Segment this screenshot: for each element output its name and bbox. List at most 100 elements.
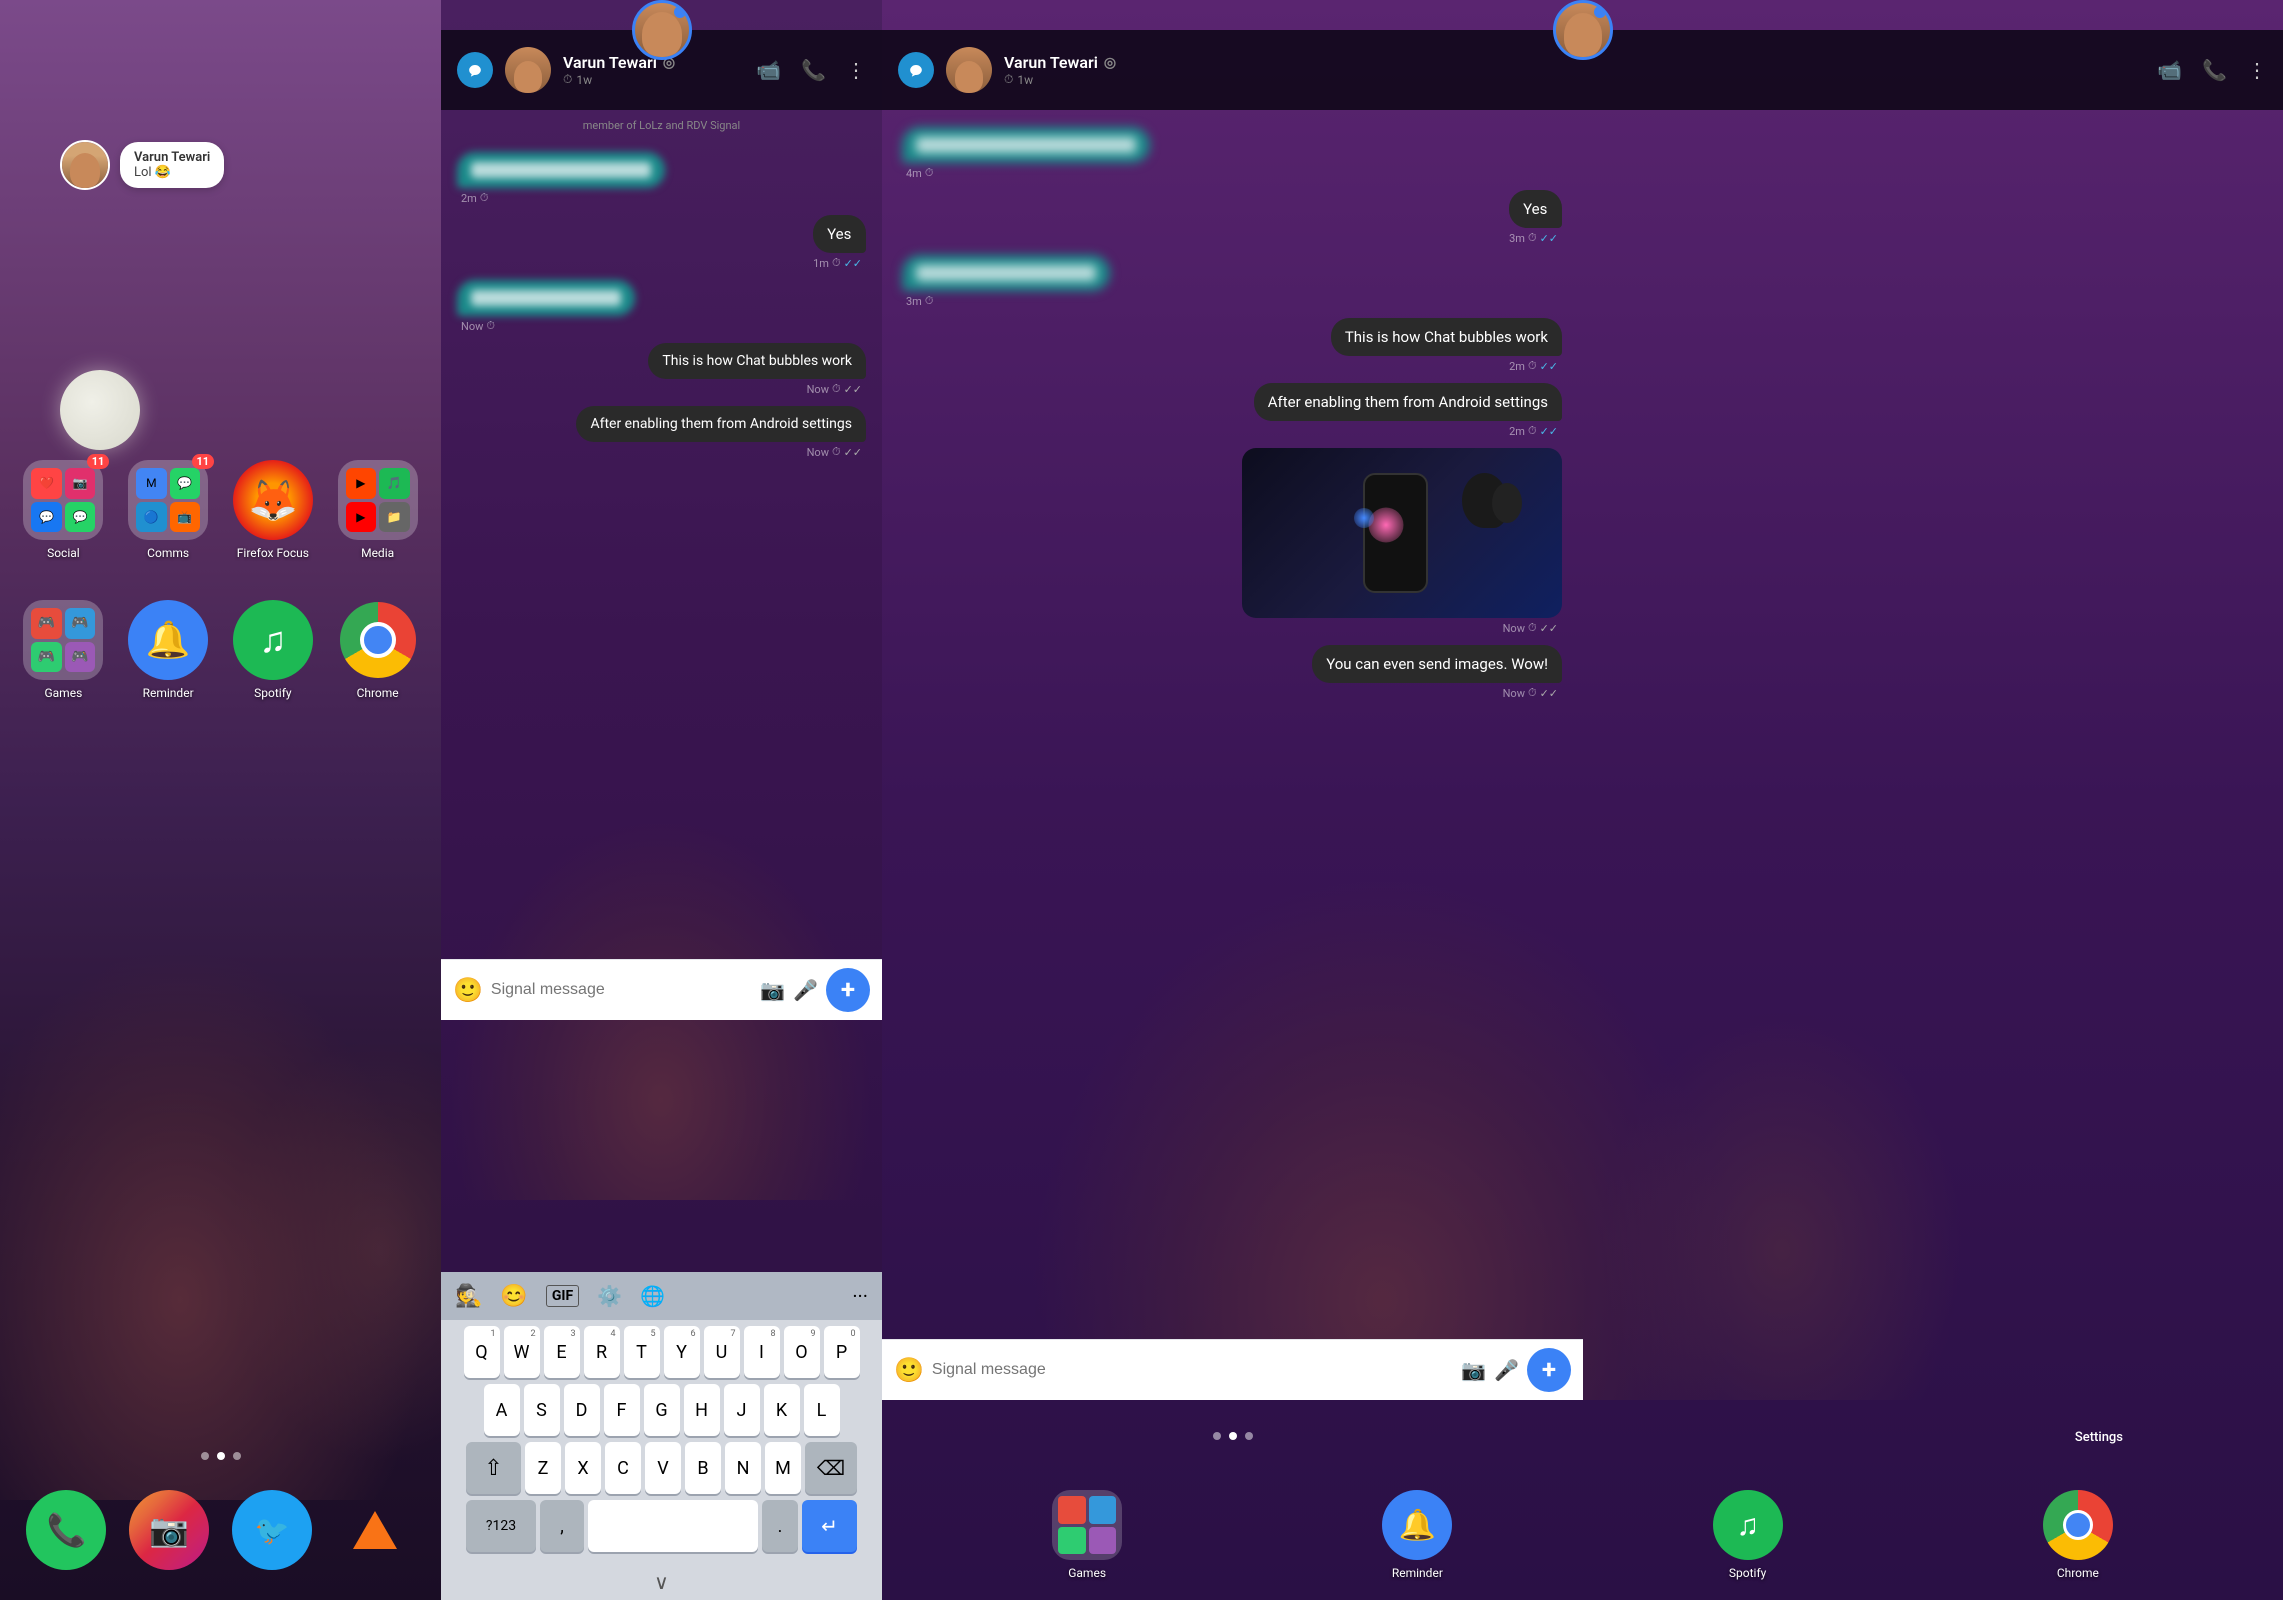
key-s[interactable]: S [524,1384,560,1436]
chat-bubble-notification[interactable]: Varun Tewari Lol 😂 [60,140,224,190]
kb-row-2: A S D F G H J K L [445,1384,878,1436]
key-p[interactable]: 0P [824,1326,860,1378]
microphone-button-panel3[interactable]: 🎤 [1494,1358,1519,1382]
app-reminder[interactable]: 🔔 Reminder [120,600,217,700]
app-games-folder[interactable]: 🎮 🎮 🎮 🎮 Games [15,600,112,700]
keyboard-hide-bar[interactable]: ∨ [441,1564,882,1600]
keyboard-panel[interactable]: 🕵️ 😊 GIF ⚙️ 🌐 ··· 1Q 2W 3E 4R 5T 6Y 7U 8… [441,1272,882,1600]
kb-tool-gif[interactable]: GIF [546,1285,579,1307]
kb-tool-translate[interactable]: 🌐 [640,1284,665,1308]
games-label: Games [44,686,82,700]
camera-button[interactable]: 📷 [760,978,785,1002]
comms-label: Comms [147,546,189,560]
signal-icon-panel3 [898,52,934,88]
video-call-icon[interactable]: 📹 [756,58,781,82]
video-call-icon-panel3[interactable]: 📹 [2157,58,2182,82]
bubble-avatar[interactable] [632,0,692,60]
app-social-folder[interactable]: 11 ❤️ 📷 💬 💬 Social [15,460,112,560]
app-firefox-focus[interactable]: 🦊 Firefox Focus [225,460,322,560]
dock-p3-chrome[interactable]: Chrome [2043,1490,2113,1580]
kb-tool-spy[interactable]: 🕵️ [455,1284,482,1309]
bubble-message: Lol 😂 [134,165,210,180]
voice-call-icon[interactable]: 📞 [801,58,826,82]
message-input-bar-panel3[interactable]: 🙂 📷 🎤 + [882,1339,1583,1400]
key-a[interactable]: A [484,1384,520,1436]
voice-call-icon-panel3[interactable]: 📞 [2202,58,2227,82]
msg3-sent-images: You can even send images. Wow! Now⏱✓✓ [1312,645,1562,700]
dock-p3-games[interactable]: Games [1052,1490,1122,1580]
key-y[interactable]: 6Y [664,1326,700,1378]
dock-p3-spotify[interactable]: ♫ Spotify [1713,1490,1783,1580]
dock-p3-reminder[interactable]: 🔔 Reminder [1382,1490,1452,1580]
dock-twitter[interactable]: 🐦 [226,1490,319,1570]
emoji-button[interactable]: 🙂 [453,976,483,1004]
message-sent-yes: Yes 1m⏱✓✓ [813,215,866,270]
bottom-dock-panel3: Games 🔔 Reminder ♫ Spotify Chrome [882,1490,2283,1580]
message-received-1: 2m⏱ [457,152,665,205]
key-enter[interactable]: ↵ [802,1500,857,1552]
app-media-folder[interactable]: ▶ 🎵 ▶ 📁 Media [329,460,426,560]
keyboard-hide-icon[interactable]: ∨ [654,1570,669,1594]
key-num-sym[interactable]: ?123 [466,1500,536,1552]
home-screen: Varun Tewari Lol 😂 11 ❤️ 📷 💬 💬 Social 11… [0,0,441,1600]
key-backspace[interactable]: ⌫ [805,1442,857,1494]
timer-icon: ⏱ [563,72,572,87]
social-label: Social [47,546,80,560]
key-l[interactable]: L [804,1384,840,1436]
emoji-button-panel3[interactable]: 🙂 [894,1356,924,1384]
contact-avatar [60,140,110,190]
key-j[interactable]: J [724,1384,760,1436]
dot-3 [233,1452,241,1460]
send-button-panel3[interactable]: + [1527,1348,1571,1392]
app-comms-folder[interactable]: 11 M 💬 🔵 📺 Comms [120,460,217,560]
key-comma[interactable]: , [540,1500,584,1552]
kb-tool-settings[interactable]: ⚙️ [597,1284,622,1308]
bubble-avatar-top[interactable] [1553,0,1613,60]
app-spotify[interactable]: ♫ Spotify [225,600,322,700]
cloud-background [0,600,441,1500]
key-r[interactable]: 4R [584,1326,620,1378]
key-b[interactable]: B [685,1442,721,1494]
dock-phone[interactable]: 📞 [20,1490,113,1570]
app-chrome[interactable]: Chrome [329,600,426,700]
chat-panel-keyboard: 23:21 Varun Tewari ◎ ⏱ 1w 📹 📞 ⋮ [441,0,882,1600]
key-u[interactable]: 7U [704,1326,740,1378]
key-i[interactable]: 8I [744,1326,780,1378]
microphone-button[interactable]: 🎤 [793,978,818,1002]
key-k[interactable]: K [764,1384,800,1436]
msg3-received-1: 4m⏱ [902,127,1150,180]
key-f[interactable]: F [604,1384,640,1436]
more-options-icon-panel3[interactable]: ⋮ [2247,58,2267,82]
key-q[interactable]: 1Q [464,1326,500,1378]
key-m[interactable]: M [765,1442,801,1494]
key-w[interactable]: 2W [504,1326,540,1378]
key-period[interactable]: . [762,1500,798,1552]
kb-tool-sticker[interactable]: 😊 [500,1284,527,1309]
dock-instagram[interactable]: 📷 [123,1490,216,1570]
key-e[interactable]: 3E [544,1326,580,1378]
camera-button-panel3[interactable]: 📷 [1461,1358,1486,1382]
key-g[interactable]: G [644,1384,680,1436]
message-input-bar-panel2[interactable]: 🙂 📷 🎤 + [441,959,882,1020]
kb-tool-more[interactable]: ··· [852,1284,868,1308]
key-c[interactable]: C [605,1442,641,1494]
msg3-sent-yes: Yes 3m⏱✓✓ [1509,190,1562,245]
key-z[interactable]: Z [525,1442,561,1494]
message-input-panel3[interactable] [932,1361,1453,1379]
key-t[interactable]: 5T [624,1326,660,1378]
key-n[interactable]: N [725,1442,761,1494]
send-button[interactable]: + [826,968,870,1012]
key-v[interactable]: V [645,1442,681,1494]
key-shift[interactable]: ⇧ [466,1442,521,1494]
key-d[interactable]: D [564,1384,600,1436]
key-o[interactable]: 9O [784,1326,820,1378]
message-input[interactable] [491,981,752,999]
key-space[interactable] [588,1500,758,1552]
contact-avatar-panel2 [505,47,551,93]
key-h[interactable]: H [684,1384,720,1436]
key-x[interactable]: X [565,1442,601,1494]
dock-mint[interactable] [328,1490,421,1570]
page-dots-panel3 [882,1432,1583,1440]
more-options-icon[interactable]: ⋮ [846,58,866,82]
settings-label: Settings [2075,1426,2123,1445]
